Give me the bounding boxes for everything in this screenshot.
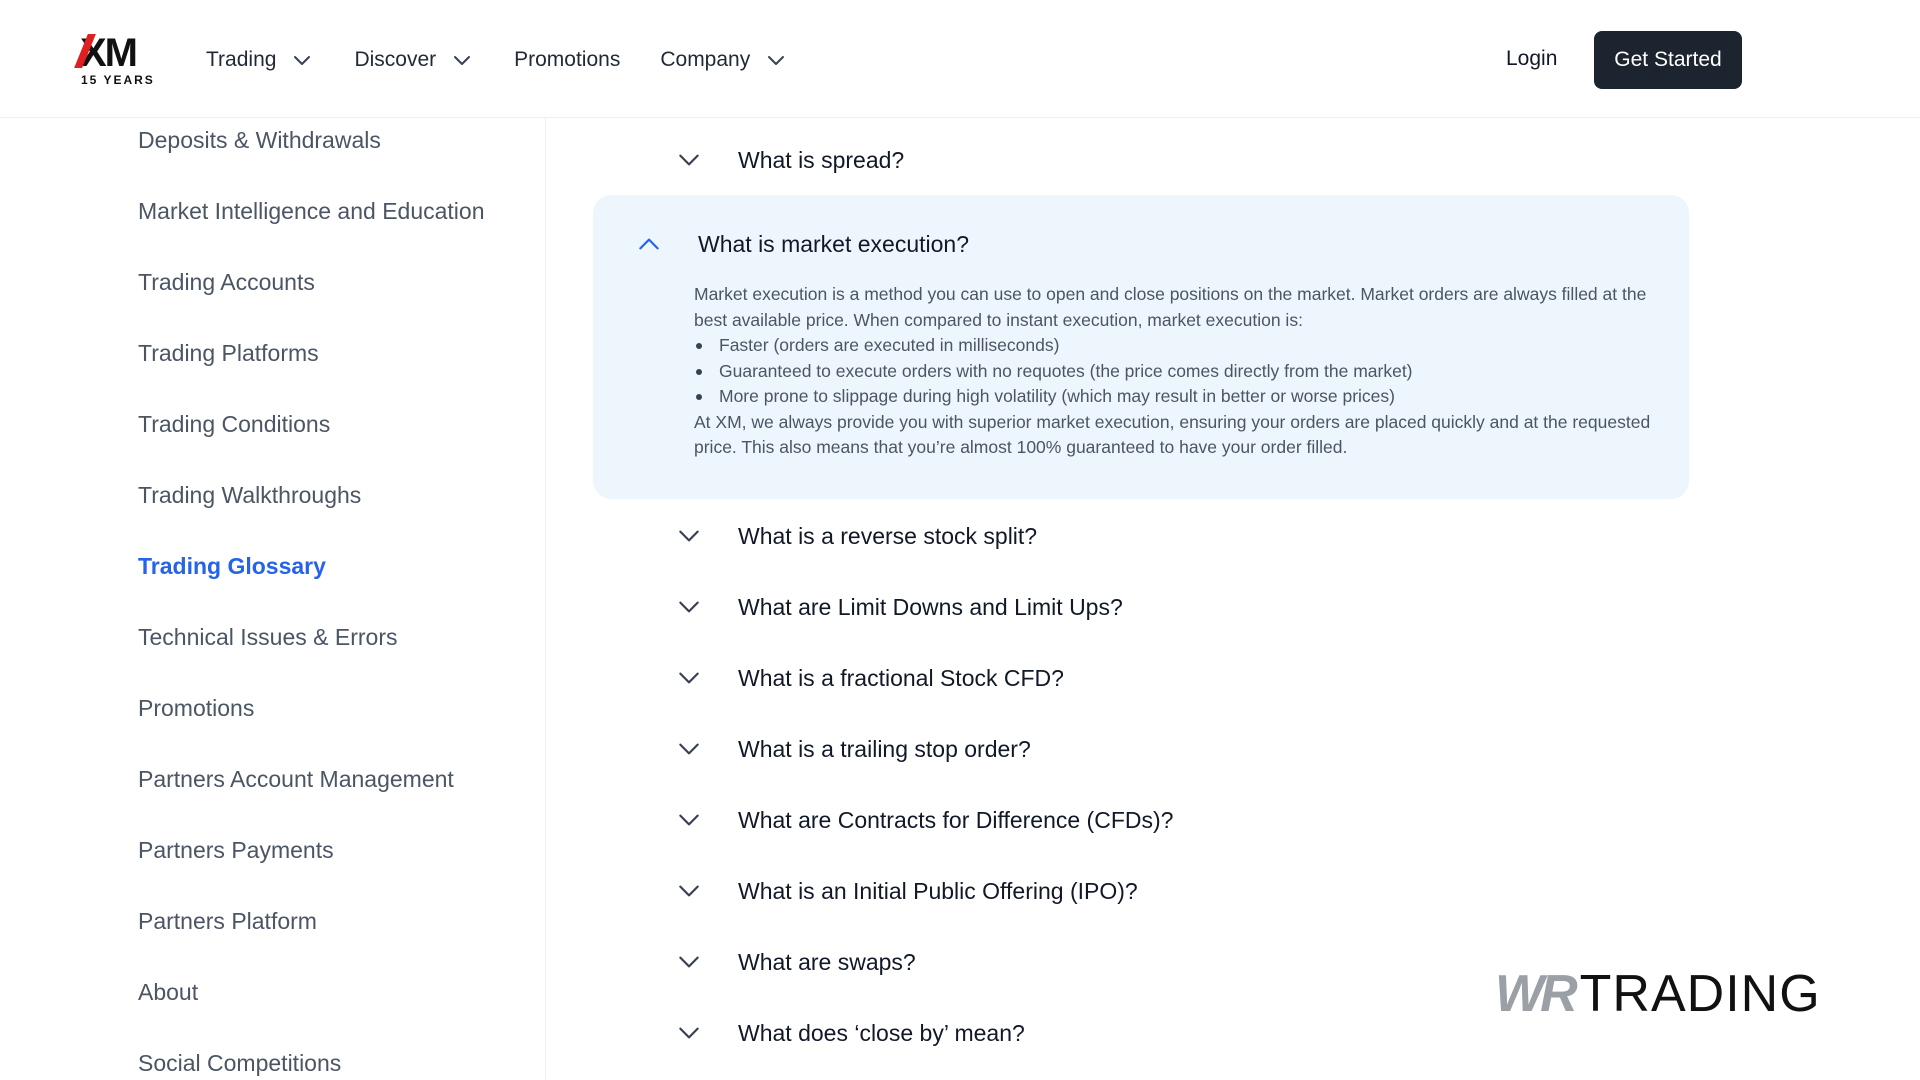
faq-question: What is spread? — [738, 146, 905, 173]
answer-bullets: Faster (orders are executed in milliseco… — [694, 333, 1674, 410]
faq-question: What is an Initial Public Offering (IPO)… — [738, 877, 1138, 904]
nav-company-label: Company — [660, 48, 751, 71]
chevron-down-icon — [679, 885, 699, 897]
watermark-prefix: WR — [1495, 965, 1578, 1023]
nav-trading[interactable]: Trading — [206, 48, 314, 72]
sidebar-item-partners-payments[interactable]: Partners Payments — [138, 837, 334, 864]
sidebar-item-market-intelligence[interactable]: Market Intelligence and Education — [138, 198, 485, 225]
answer-bullet: Guaranteed to execute orders with no req… — [694, 359, 1674, 385]
chevron-down-icon — [679, 672, 699, 684]
get-started-button[interactable]: Get Started — [1594, 31, 1742, 89]
answer-bullet: Faster (orders are executed in milliseco… — [694, 333, 1674, 359]
faq-question: What are Contracts for Difference (CFDs)… — [738, 806, 1174, 833]
wrtrading-watermark: WR TRADING — [1495, 965, 1821, 1023]
main-nav: Trading Discover Promotions Company — [206, 45, 828, 75]
answer-outro: At XM, we always provide you with superi… — [694, 411, 1651, 458]
faq-question: What is a trailing stop order? — [738, 735, 1031, 762]
sidebar-item-trading-glossary[interactable]: Trading Glossary — [138, 553, 326, 580]
nav-trading-label: Trading — [206, 48, 277, 71]
answer-bullet: More prone to slippage during high volat… — [694, 384, 1674, 410]
faq-question: What is a fractional Stock CFD? — [738, 664, 1064, 691]
sidebar-item-partners-account[interactable]: Partners Account Management — [138, 766, 454, 793]
nav-discover[interactable]: Discover — [354, 48, 474, 72]
sidebar-item-social-competitions[interactable]: Social Competitions — [138, 1050, 341, 1077]
faq-item-reverse-stock-split[interactable]: What is a reverse stock split? — [636, 514, 1736, 558]
sidebar-item-trading-platforms[interactable]: Trading Platforms — [138, 340, 319, 367]
nav-company[interactable]: Company — [660, 48, 788, 72]
chevron-down-icon — [679, 956, 699, 968]
chevron-down-icon — [679, 743, 699, 755]
faq-item-fractional-stock-cfd[interactable]: What is a fractional Stock CFD? — [636, 656, 1736, 700]
logo-mark: XM — [80, 31, 138, 75]
chevron-down-icon — [679, 530, 699, 542]
chevron-down-icon — [679, 814, 699, 826]
nav-discover-label: Discover — [354, 48, 437, 71]
faq-question: What are Limit Downs and Limit Ups? — [738, 593, 1123, 620]
chevron-down-icon — [679, 1027, 699, 1039]
logo-tagline: 15 YEARS — [81, 73, 155, 87]
faq-item-trailing-stop[interactable]: What is a trailing stop order? — [636, 727, 1736, 771]
sidebar-item-trading-walkthroughs[interactable]: Trading Walkthroughs — [138, 482, 361, 509]
chevron-down-icon — [294, 56, 311, 65]
login-link[interactable]: Login — [1506, 47, 1557, 71]
faq-item-ipo[interactable]: What is an Initial Public Offering (IPO)… — [636, 869, 1736, 913]
watermark-text: TRADING — [1579, 965, 1821, 1023]
sidebar-item-promotions[interactable]: Promotions — [138, 695, 254, 722]
sidebar-item-deposits-withdrawals[interactable]: Deposits & Withdrawals — [138, 127, 381, 154]
faq-question-toggle[interactable]: What is market execution? — [636, 225, 969, 263]
chevron-down-icon — [768, 56, 785, 65]
faq-item-spread[interactable]: What is spread? — [636, 138, 1736, 182]
chevron-up-icon — [639, 238, 659, 250]
nav-promotions[interactable]: Promotions — [514, 48, 620, 72]
sidebar-item-partners-platform[interactable]: Partners Platform — [138, 908, 317, 935]
xm-logo[interactable]: XM 15 YEARS — [80, 33, 158, 89]
sidebar-item-technical-issues[interactable]: Technical Issues & Errors — [138, 624, 397, 651]
chevron-down-icon — [679, 154, 699, 166]
chevron-down-icon — [454, 56, 471, 65]
answer-intro: Market execution is a method you can use… — [694, 284, 1647, 330]
sidebar-item-about[interactable]: About — [138, 979, 198, 1006]
sidebar-item-trading-conditions[interactable]: Trading Conditions — [138, 411, 330, 438]
help-sidebar: Deposits & Withdrawals Market Intelligen… — [0, 118, 546, 1080]
faq-list: What is spread? What is market execution… — [546, 118, 1920, 1080]
faq-answer: Market execution is a method you can use… — [694, 282, 1674, 461]
chevron-down-icon — [679, 601, 699, 613]
faq-item-market-execution-expanded: What is market execution? Market executi… — [593, 195, 1689, 499]
faq-item-limit-downs-ups[interactable]: What are Limit Downs and Limit Ups? — [636, 585, 1736, 629]
faq-question: What does ‘close by’ mean? — [738, 1019, 1025, 1046]
faq-question: What is a reverse stock split? — [738, 522, 1038, 549]
faq-item-cfds[interactable]: What are Contracts for Difference (CFDs)… — [636, 798, 1736, 842]
sidebar-item-trading-accounts[interactable]: Trading Accounts — [138, 269, 315, 296]
nav-promotions-label: Promotions — [514, 48, 621, 71]
site-header: XM 15 YEARS Trading Discover Promotions … — [0, 0, 1920, 118]
faq-question: What are swaps? — [738, 948, 916, 975]
faq-question: What is market execution? — [698, 230, 970, 257]
